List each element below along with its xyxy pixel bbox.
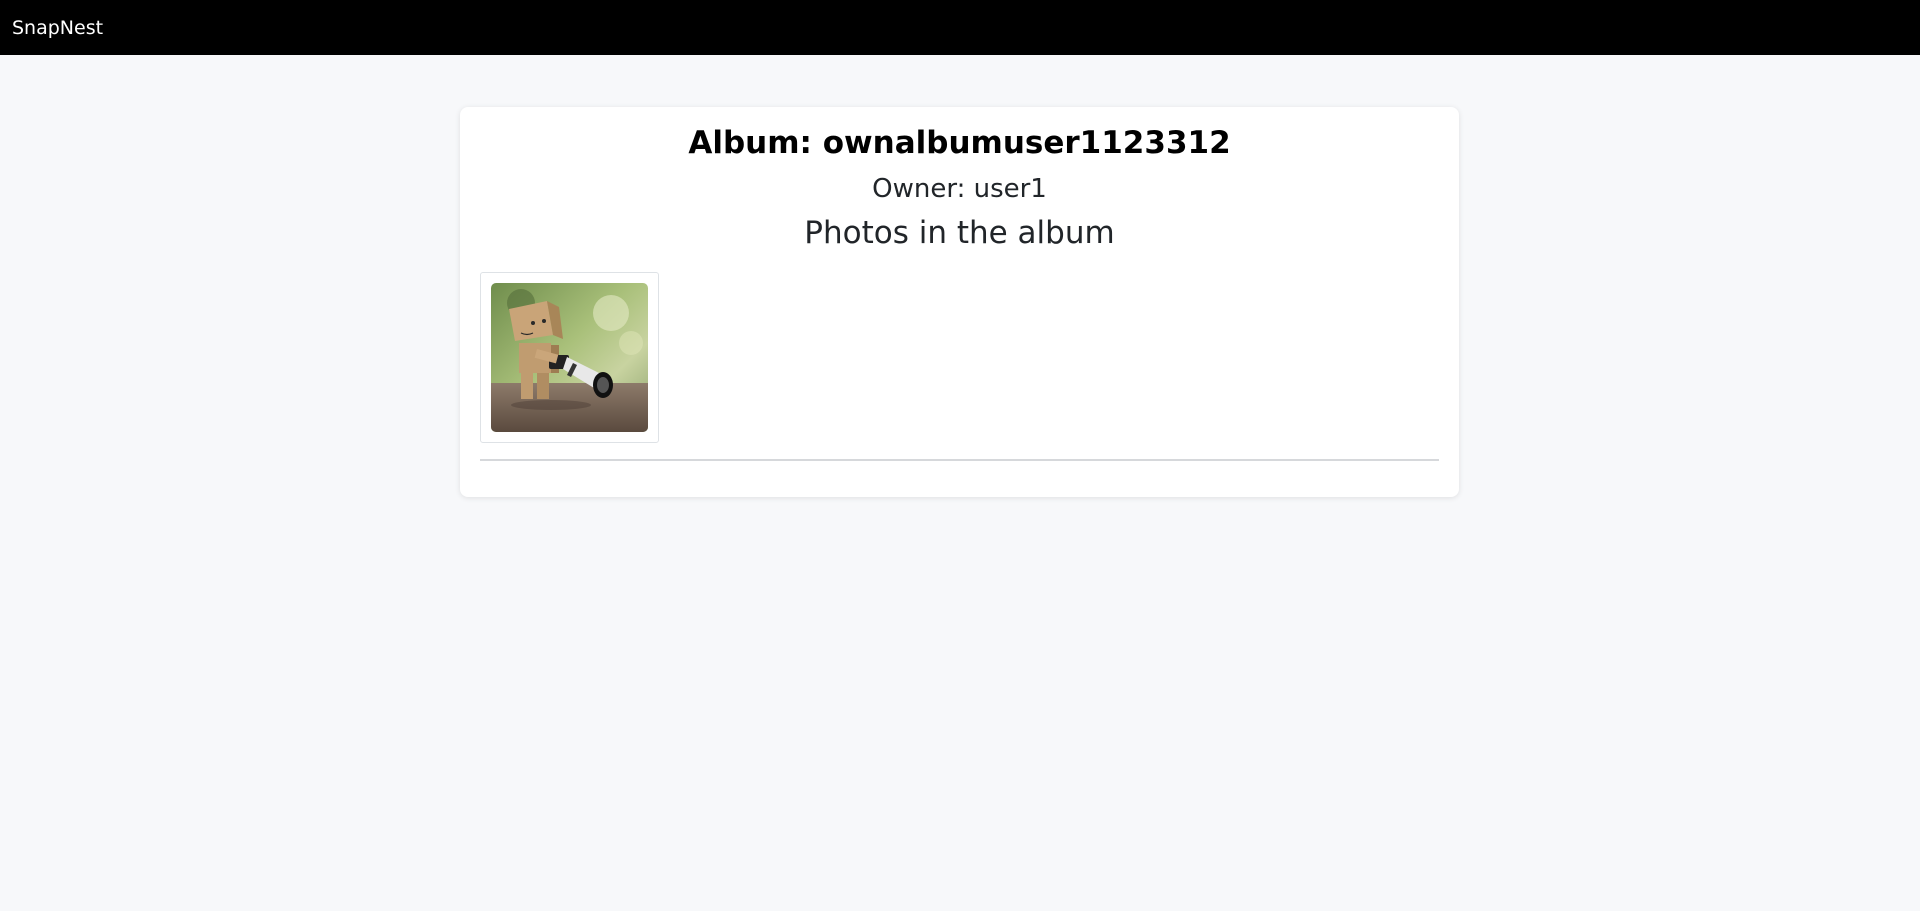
album-owner: Owner: user1 xyxy=(872,174,1047,204)
album-title: Album: ownalbumuser1123312 xyxy=(688,125,1231,161)
top-navbar: SnapNest xyxy=(0,0,1920,55)
photos-heading: Photos in the album xyxy=(804,215,1115,251)
cardboard-robot-photo xyxy=(491,283,648,432)
brand-link[interactable]: SnapNest xyxy=(12,17,103,39)
photo-grid xyxy=(480,272,659,443)
photo-thumbnail[interactable] xyxy=(480,272,659,443)
album-card: Album: ownalbumuser1123312 Owner: user1 … xyxy=(460,107,1459,497)
section-divider xyxy=(480,459,1439,461)
